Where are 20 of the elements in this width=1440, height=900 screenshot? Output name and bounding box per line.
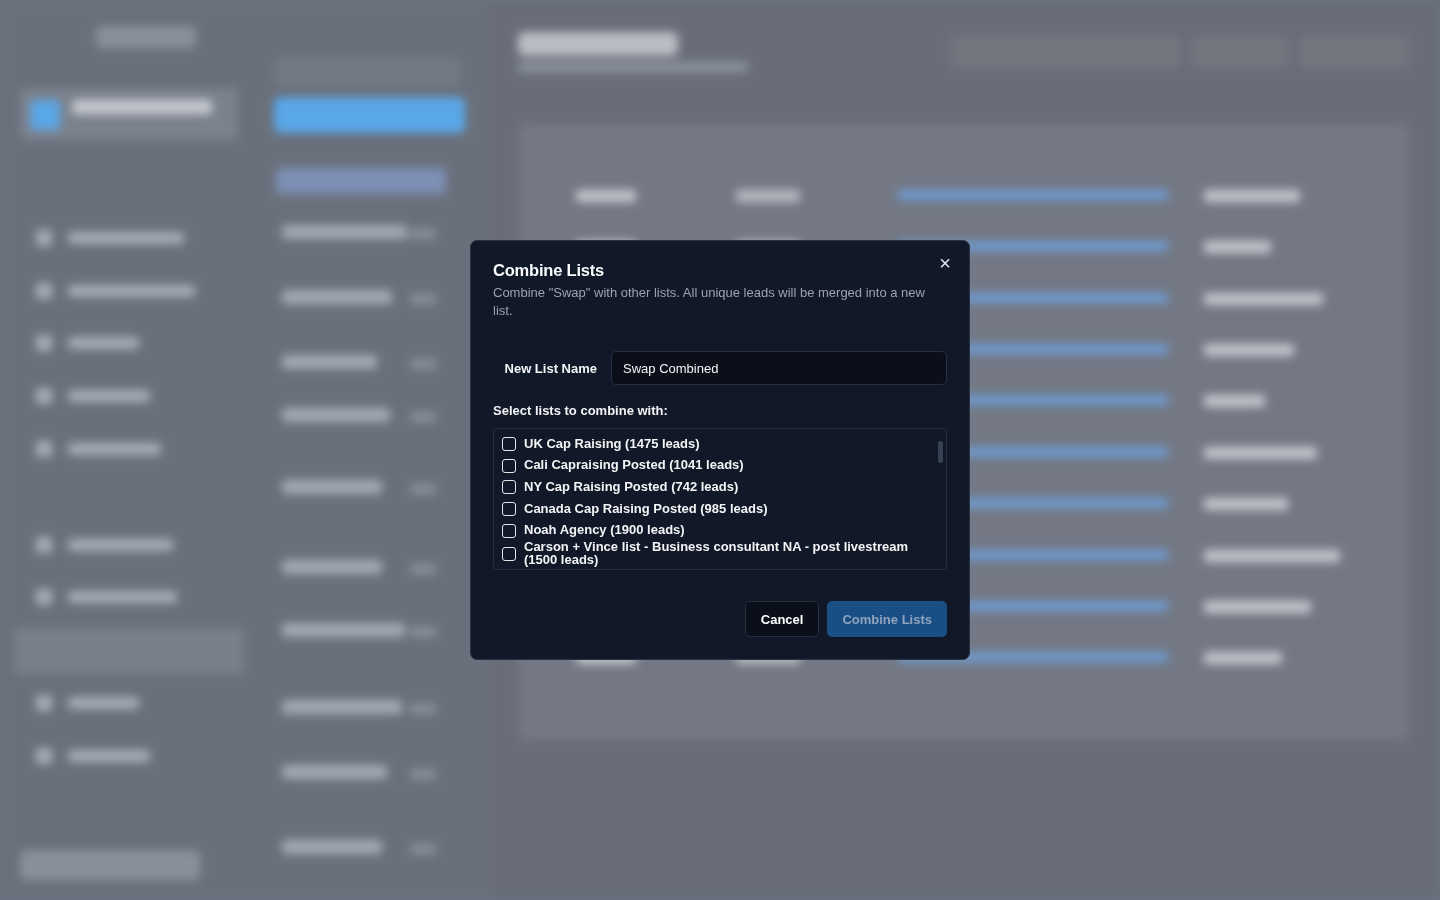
checkbox[interactable] (502, 501, 516, 516)
section-label: Select lists to combine with: (493, 403, 669, 418)
field-label: New List Name (503, 360, 597, 376)
list-option-label: Canada Cap Raising Posted (985 leads) (524, 502, 768, 516)
list-name-field[interactable]: Swap Combined (611, 351, 947, 385)
scrollbar-thumb[interactable] (938, 441, 943, 463)
list-option-label: NY Cap Raising Posted (742 leads) (524, 480, 739, 494)
checkbox[interactable] (502, 436, 516, 451)
list-option-label: UK Cap Raising (1475 leads) (524, 437, 700, 451)
list-option-label: Cali Capraising Posted (1041 leads) (524, 459, 744, 472)
checkbox[interactable] (502, 523, 516, 538)
dialog-title: Combine Lists (493, 261, 605, 280)
list-option-label: Noah Agency (1900 leads) (524, 524, 685, 537)
checkbox[interactable] (502, 546, 516, 561)
checkbox[interactable] (502, 480, 516, 495)
cancel-button[interactable]: Cancel (744, 601, 820, 637)
dialog-description: Combine "Swap" with other lists. All unique leads will be merged into a new list. (493, 284, 926, 320)
checkbox[interactable] (502, 458, 516, 473)
close-button[interactable]: × (935, 253, 955, 273)
list-option-label: Carson + Vince list - Business consultant NA - post livestream (1500 leads) (524, 541, 909, 567)
